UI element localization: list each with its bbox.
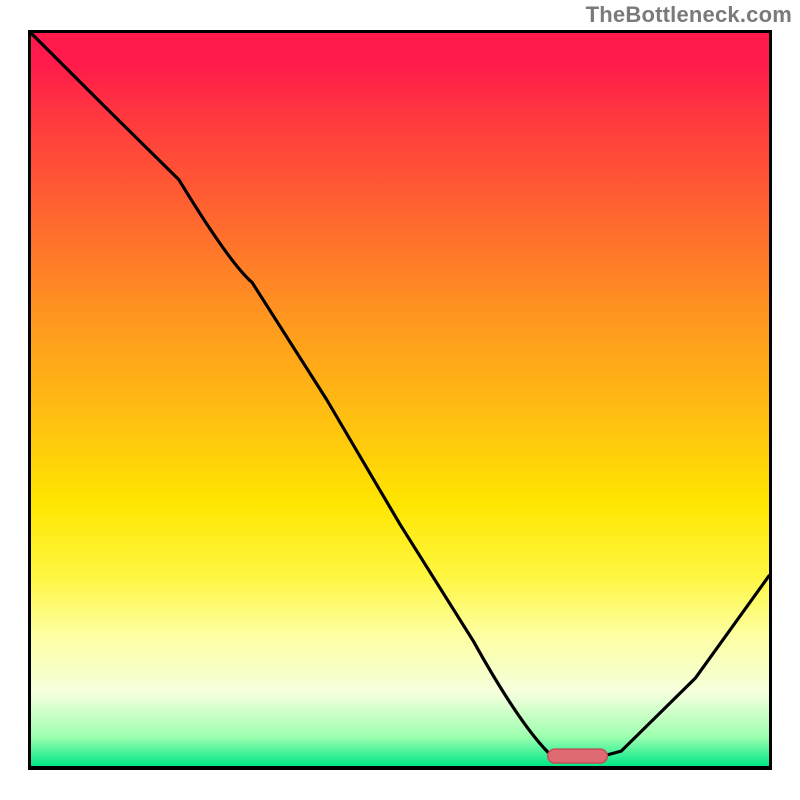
chart-container: TheBottleneck.com [0, 0, 800, 800]
bottleneck-curve [31, 33, 769, 766]
curve-path [31, 33, 769, 761]
plot-frame [28, 30, 772, 770]
watermark-text: TheBottleneck.com [586, 2, 792, 28]
optimum-marker [548, 749, 608, 763]
